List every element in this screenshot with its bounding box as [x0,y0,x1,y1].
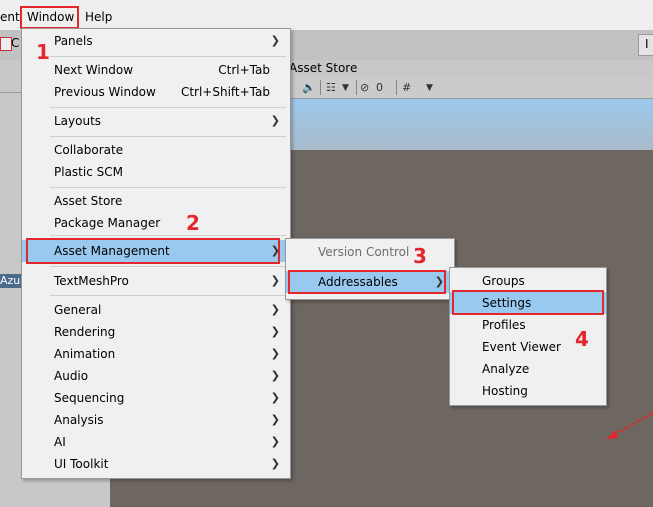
toolbar-right-button[interactable]: I [638,34,653,56]
visibility-off-icon[interactable]: ⊘ [360,80,369,96]
step1-highlight-box [20,6,79,29]
menu-item-ai[interactable]: AI ❯ [22,431,290,453]
effects-dropdown-icon[interactable]: ▼ [342,80,349,96]
chevron-right-icon: ❯ [270,347,280,360]
effects-icon[interactable]: ☷ [326,80,336,96]
step-number-1: 1 [36,40,50,64]
menu-item-audio[interactable]: Audio ❯ [22,365,290,387]
step-number-2: 2 [186,211,200,235]
chevron-right-icon: ❯ [270,435,280,448]
chevron-right-icon: ❯ [270,303,280,316]
menu-item-analyze[interactable]: Analyze [450,358,606,380]
chevron-right-icon: ❯ [270,274,280,287]
menu-item-collaborate[interactable]: Collaborate [22,139,290,161]
chevron-right-icon: ❯ [270,457,280,470]
menu-item-textmeshpro[interactable]: TextMeshPro ❯ [22,270,290,292]
chevron-right-icon: ❯ [270,369,280,382]
menu-item-version-control: Version Control [318,245,410,259]
menu-item-next-window[interactable]: Next Window Ctrl+Tab [22,59,290,81]
tab-asset-store[interactable]: Asset Store [289,61,357,75]
chevron-right-icon: ❯ [270,114,280,127]
scene-toolbar: 🔈 ☷ ▼ ⊘ 0 # ▼ [290,78,653,99]
menu-item-previous-window[interactable]: Previous Window Ctrl+Shift+Tab [22,81,290,103]
grid-icon[interactable]: # [402,80,411,96]
step4-highlight-box [452,290,604,315]
menu-item-animation[interactable]: Animation ❯ [22,343,290,365]
annotation-arrow-icon [606,412,653,439]
chevron-right-icon: ❯ [270,413,280,426]
toolbar-left-label: C [11,36,20,50]
menubar: ent Window Help [0,0,653,30]
menu-item-sequencing[interactable]: Sequencing ❯ [22,387,290,409]
audio-toggle-icon[interactable]: 🔈 [302,80,316,96]
hidden-count: 0 [376,81,383,94]
menu-item-asset-store[interactable]: Asset Store [22,190,290,212]
menubar-item-component[interactable]: ent [0,8,20,26]
menubar-item-help[interactable]: Help [85,8,112,26]
menu-item-hosting[interactable]: Hosting [450,380,606,402]
menu-item-groups[interactable]: Groups [450,270,606,292]
step-number-4: 4 [575,327,589,351]
menu-item-rendering[interactable]: Rendering ❯ [22,321,290,343]
menu-item-ui-toolkit[interactable]: UI Toolkit ❯ [22,453,290,475]
menu-item-panels[interactable]: Panels ❯ [22,30,290,52]
menu-item-general[interactable]: General ❯ [22,299,290,321]
step3-highlight-box [288,270,446,294]
menu-item-layouts[interactable]: Layouts ❯ [22,110,290,132]
chevron-right-icon: ❯ [270,325,280,338]
menu-item-plastic-scm[interactable]: Plastic SCM [22,161,290,183]
chevron-right-icon: ❯ [270,34,280,47]
left-label-azure: Azu [0,274,22,288]
grid-dropdown-icon[interactable]: ▼ [426,80,433,96]
menu-item-analysis[interactable]: Analysis ❯ [22,409,290,431]
step-number-3: 3 [413,244,427,268]
menu-item-package-manager[interactable]: Package Manager [22,212,290,234]
step2-highlight-box [26,238,280,264]
chevron-right-icon: ❯ [270,391,280,404]
